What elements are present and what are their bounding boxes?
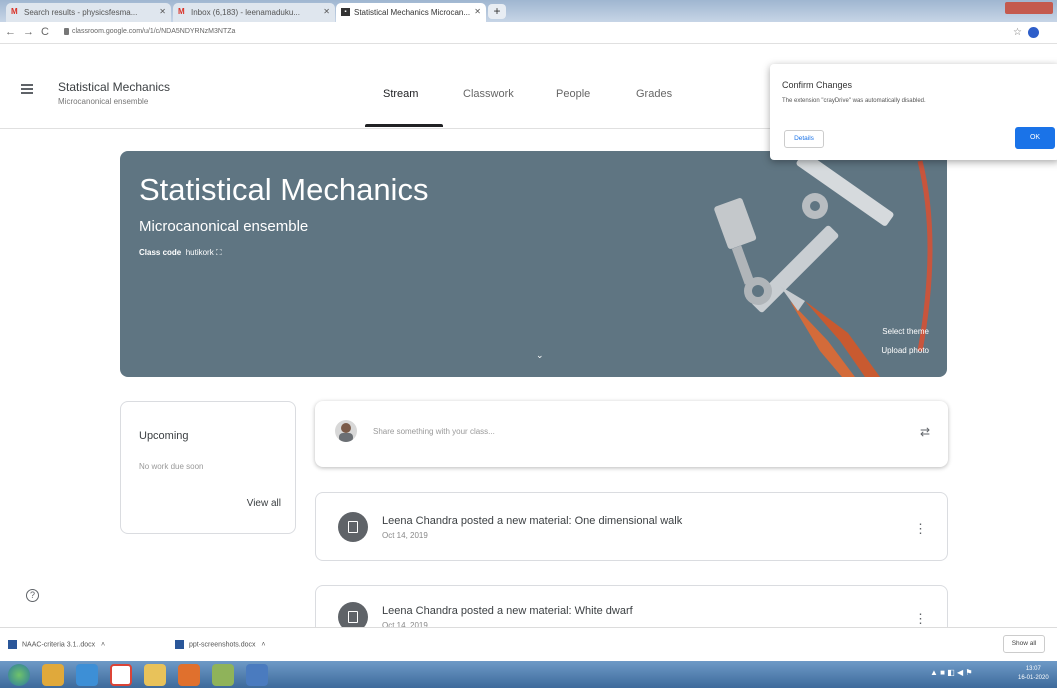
class-title[interactable]: Statistical Mechanics xyxy=(58,80,170,94)
avatar xyxy=(335,420,357,442)
browser-tab-classroom[interactable]: ▪ Statistical Mechanics Microcan... ✕ xyxy=(336,3,486,22)
word-icon[interactable] xyxy=(246,664,268,686)
show-all-button[interactable]: Show all xyxy=(1003,635,1045,653)
more-vert-icon[interactable]: ⋮ xyxy=(914,611,927,627)
app-icon[interactable] xyxy=(212,664,234,686)
class-code-value: hutikork xyxy=(185,248,214,257)
browser-tab-bar: M Search results - physicsfesma... ✕ M I… xyxy=(0,0,1057,22)
tab-label: Search results - physicsfesma... xyxy=(24,8,138,17)
class-code-label: Class code xyxy=(139,248,182,257)
tab-people[interactable]: People xyxy=(556,88,590,100)
ie-icon[interactable] xyxy=(76,664,98,686)
details-button[interactable]: Details xyxy=(784,130,824,148)
view-all-link[interactable]: View all xyxy=(247,498,281,509)
taskbar: ▲ ■ ◧ ◀ ⚑ 13:07 16-01-2020 xyxy=(0,661,1057,688)
class-subtitle: Microcanonical ensemble xyxy=(58,97,149,106)
share-input[interactable]: Share something with your class... xyxy=(373,427,495,436)
upcoming-empty-text: No work due soon xyxy=(139,462,204,471)
download-bar: NAAC-criteria 3.1..docx ˄ ppt-screenshot… xyxy=(0,627,1057,661)
address-bar: ← → C classroom.google.com/u/1/c/NDA5NDY… xyxy=(0,22,1057,44)
close-icon[interactable]: ✕ xyxy=(159,7,166,16)
confirm-changes-dialog: Confirm Changes The extension "crayDrive… xyxy=(770,64,1057,160)
clock-time: 13:07 xyxy=(1025,666,1041,672)
word-doc-icon xyxy=(8,640,17,649)
post-item[interactable]: Leena Chandra posted a new material: One… xyxy=(315,492,948,561)
banner-subtitle: Microcanonical ensemble xyxy=(139,218,309,235)
lock-icon xyxy=(64,28,69,35)
download-item[interactable]: ppt-screenshots.docx ˄ xyxy=(175,640,265,649)
start-button[interactable] xyxy=(8,664,30,686)
chrome-icon[interactable] xyxy=(110,664,132,686)
class-code: Class code hutikork ⛶ xyxy=(139,248,222,258)
tab-stream[interactable]: Stream xyxy=(383,88,418,100)
clock-date: 16-01-2020 xyxy=(1018,675,1049,681)
more-vert-icon[interactable]: ⋮ xyxy=(914,521,927,537)
profile-avatar[interactable] xyxy=(1028,27,1039,38)
close-icon[interactable]: ✕ xyxy=(474,7,481,16)
close-icon[interactable]: ✕ xyxy=(323,7,330,16)
media-icon[interactable] xyxy=(178,664,200,686)
upcoming-title: Upcoming xyxy=(139,430,189,442)
banner-title: Statistical Mechanics xyxy=(139,172,429,207)
gmail-icon: M xyxy=(11,7,18,16)
gmail-icon: M xyxy=(178,7,185,16)
upcoming-card: Upcoming No work due soon View all xyxy=(120,401,296,534)
tab-grades[interactable]: Grades xyxy=(636,88,672,100)
ok-button[interactable]: OK xyxy=(1015,127,1055,149)
window-controls[interactable] xyxy=(1005,2,1053,14)
bookmark-star-icon[interactable]: ☆ xyxy=(1013,27,1022,38)
post-text: Leena Chandra posted a new material: Whi… xyxy=(382,605,633,617)
tab-label: Statistical Mechanics Microcan... xyxy=(354,8,471,17)
tab-classwork[interactable]: Classwork xyxy=(463,88,514,100)
back-icon[interactable]: ← xyxy=(5,26,16,38)
download-item[interactable]: NAAC-criteria 3.1..docx ˄ xyxy=(8,640,105,649)
forward-icon[interactable]: → xyxy=(23,26,34,38)
material-icon xyxy=(338,512,368,542)
select-theme-link[interactable]: Select theme xyxy=(882,327,929,336)
hamburger-menu-icon[interactable] xyxy=(21,84,33,96)
new-tab-button[interactable]: + xyxy=(488,4,506,19)
browser-tab-inbox[interactable]: M Inbox (6,183) - leenamaduku... ✕ xyxy=(173,3,335,22)
download-filename: ppt-screenshots.docx xyxy=(189,641,256,649)
share-box[interactable]: Share something with your class... ⇄ xyxy=(315,401,948,467)
reload-icon[interactable]: C xyxy=(41,26,49,38)
dialog-title: Confirm Changes xyxy=(782,80,853,90)
post-text: Leena Chandra posted a new material: One… xyxy=(382,515,683,527)
classroom-icon: ▪ xyxy=(341,8,350,16)
post-date: Oct 14, 2019 xyxy=(382,531,428,540)
folder-icon[interactable] xyxy=(144,664,166,686)
chevron-down-icon[interactable]: ⌄ xyxy=(536,350,544,361)
download-filename: NAAC-criteria 3.1..docx xyxy=(22,641,96,649)
repost-icon[interactable]: ⇄ xyxy=(920,425,930,439)
system-tray[interactable]: ▲ ■ ◧ ◀ ⚑ xyxy=(930,668,973,677)
clock[interactable]: 13:07 16-01-2020 xyxy=(1018,665,1049,683)
active-tab-indicator xyxy=(365,124,443,127)
app-icon[interactable] xyxy=(42,664,64,686)
word-doc-icon xyxy=(175,640,184,649)
class-banner: Statistical Mechanics Microcanonical ens… xyxy=(120,151,947,377)
browser-tab-search-results[interactable]: M Search results - physicsfesma... ✕ xyxy=(6,3,171,22)
help-icon[interactable]: ? xyxy=(26,589,39,602)
tools-illustration xyxy=(714,152,933,377)
dialog-message: The extension "crayDrive" was automatica… xyxy=(782,98,926,104)
url-field[interactable]: classroom.google.com/u/1/c/NDA5NDYRNzM3N… xyxy=(72,28,235,35)
tab-label: Inbox (6,183) - leenamaduku... xyxy=(191,8,300,17)
upload-photo-link[interactable]: Upload photo xyxy=(881,346,929,355)
fullscreen-icon[interactable]: ⛶ xyxy=(216,248,222,257)
